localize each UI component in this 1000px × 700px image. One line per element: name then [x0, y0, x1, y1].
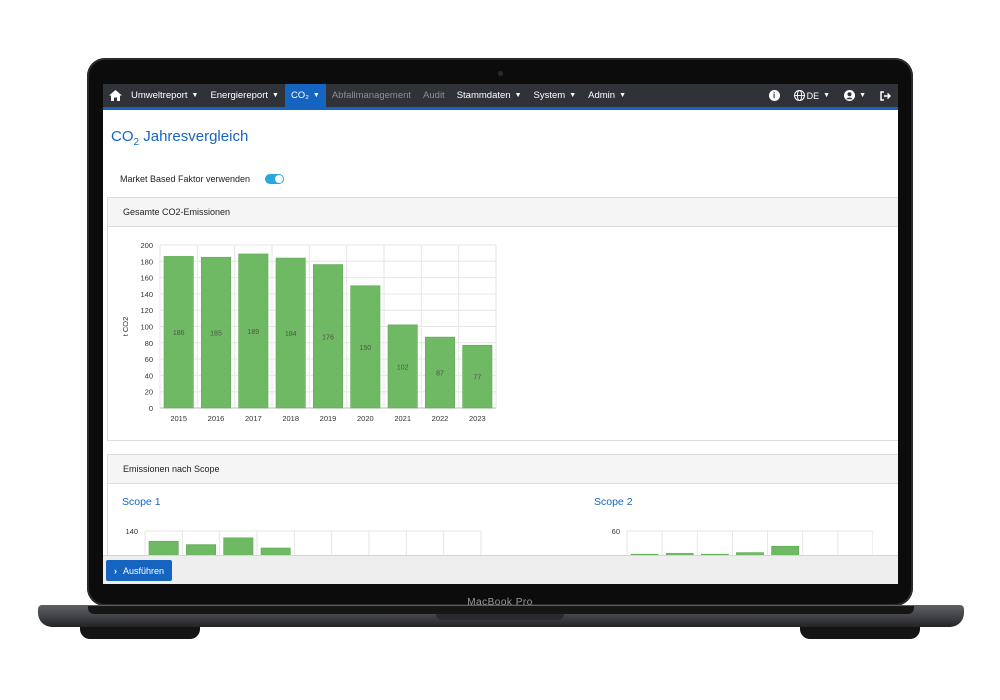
toggle-label: Market Based Faktor verwenden [120, 174, 251, 184]
y-tick-label: 60 [612, 527, 620, 536]
caret-down-icon: ▼ [272, 92, 279, 99]
nav-abfallmanagement: Abfallmanagement [326, 84, 417, 107]
x-tick-label: 2016 [208, 414, 225, 423]
caret-down-icon: ▼ [514, 92, 522, 99]
caret-down-icon: ▼ [823, 92, 831, 99]
x-tick-label: 2023 [469, 414, 486, 423]
bar-value-label: 186 [173, 330, 185, 337]
y-tick-label: 140 [140, 290, 153, 299]
user-menu[interactable]: ▼ [837, 84, 873, 107]
y-tick-label: 20 [145, 388, 153, 397]
y-tick-label: 160 [140, 274, 153, 283]
nav-label: Energiereport [210, 90, 268, 101]
run-label: Ausführen [123, 565, 165, 576]
x-tick-label: 2020 [357, 414, 374, 423]
screen: Umweltreport ▼ Energiereport ▼ CO₂ ▼ Abfall… [103, 84, 898, 584]
caret-down-icon: ▼ [191, 92, 199, 99]
bar-value-label: 184 [285, 331, 297, 338]
caret-down-icon: ▼ [859, 92, 866, 99]
y-tick-label: 180 [140, 257, 153, 266]
device-label: MacBook Pro [467, 597, 533, 608]
language-label: DE [806, 90, 820, 101]
caret-down-icon: ▼ [619, 92, 627, 99]
footer-bar: › Ausführen [103, 555, 898, 584]
nav-energiereport[interactable]: Energiereport ▼ [204, 84, 285, 107]
navbar-right: i DE ▼ ▼ [762, 84, 898, 107]
x-tick-label: 2019 [320, 414, 337, 423]
total-emissions-card: Gesamte CO2-Emissionen 0 20 40 60 80 100 120 14… [107, 197, 898, 441]
scope2-title: Scope 2 [594, 496, 633, 508]
nav-label: Umweltreport [131, 90, 188, 101]
bar-value-label: 77 [473, 375, 481, 382]
toggle-knob [275, 175, 284, 183]
camera [498, 71, 503, 76]
y-tick-label: 100 [140, 323, 153, 332]
card-header: Gesamte CO2-Emissionen [108, 198, 898, 227]
globe-icon [793, 90, 805, 101]
nav-label: CO₂ [290, 90, 309, 101]
bar-value-label: 185 [210, 331, 222, 338]
nav-stammdaten[interactable]: Stammdaten ▼ [451, 84, 528, 107]
bar-value-label: 102 [397, 364, 409, 371]
x-tick-label: 2015 [170, 414, 187, 423]
y-tick-label: 40 [145, 371, 153, 380]
caret-down-icon: ▼ [569, 92, 577, 99]
scope1-title: Scope 1 [122, 496, 161, 508]
nav-label: Abfallmanagement [331, 90, 412, 101]
y-tick-label: 80 [145, 339, 153, 348]
bar-value-label: 189 [247, 329, 259, 336]
home-icon[interactable] [105, 84, 125, 107]
run-button[interactable]: › Ausführen [106, 560, 173, 581]
y-tick-label: 120 [140, 306, 153, 315]
y-tick-label: 0 [149, 404, 153, 413]
nav-label: Admin [588, 90, 616, 101]
nav-umweltreport[interactable]: Umweltreport ▼ [125, 84, 204, 107]
laptop-foot-left [80, 627, 200, 639]
bar-value-label: 176 [322, 334, 334, 341]
caret-down-icon: ▼ [312, 92, 320, 99]
title-text: CO [111, 128, 134, 145]
nav-label: Stammdaten [456, 90, 511, 101]
logout-button[interactable] [873, 84, 898, 107]
x-tick-label: 2022 [432, 414, 449, 423]
chevron-right-icon: › [114, 565, 117, 576]
nav-system[interactable]: System ▼ [528, 84, 583, 107]
logout-icon [880, 90, 891, 101]
y-tick-label: 140 [125, 527, 138, 536]
laptop-notch [436, 614, 564, 620]
nav-label: System [533, 90, 566, 101]
title-text-rest: Jahresvergleich [139, 128, 249, 145]
x-tick-label: 2018 [282, 414, 299, 423]
info-icon: i [768, 90, 780, 101]
market-based-toggle-row: Market Based Faktor verwenden [120, 174, 285, 184]
nav-audit: Audit [417, 84, 451, 107]
info-button[interactable]: i [762, 84, 787, 107]
language-selector[interactable]: DE ▼ [787, 84, 837, 107]
x-tick-label: 2021 [394, 414, 411, 423]
page-title: CO2 Jahresvergleich [111, 128, 248, 148]
y-tick-label: 200 [140, 241, 153, 250]
nav-co2[interactable]: CO₂ ▼ [284, 84, 326, 107]
bar-value-label: 150 [359, 345, 371, 352]
nav-admin[interactable]: Admin ▼ [582, 84, 632, 107]
user-icon [844, 90, 856, 101]
x-tick-label: 2017 [245, 414, 262, 423]
top-navbar: Umweltreport ▼ Energiereport ▼ CO₂ ▼ Abfall… [103, 84, 898, 110]
y-axis-label: t CO2 [121, 317, 130, 337]
total-emissions-chart: 0 20 40 60 80 100 120 140 160 180 200 t CO2 186 2015 1… [121, 241, 497, 423]
nav-label: Audit [423, 90, 445, 101]
market-based-toggle[interactable] [265, 174, 285, 184]
card-header: Emissionen nach Scope [108, 455, 898, 484]
laptop-foot-right [800, 627, 920, 639]
bar-value-label: 87 [436, 371, 444, 378]
y-tick-label: 60 [145, 355, 153, 364]
